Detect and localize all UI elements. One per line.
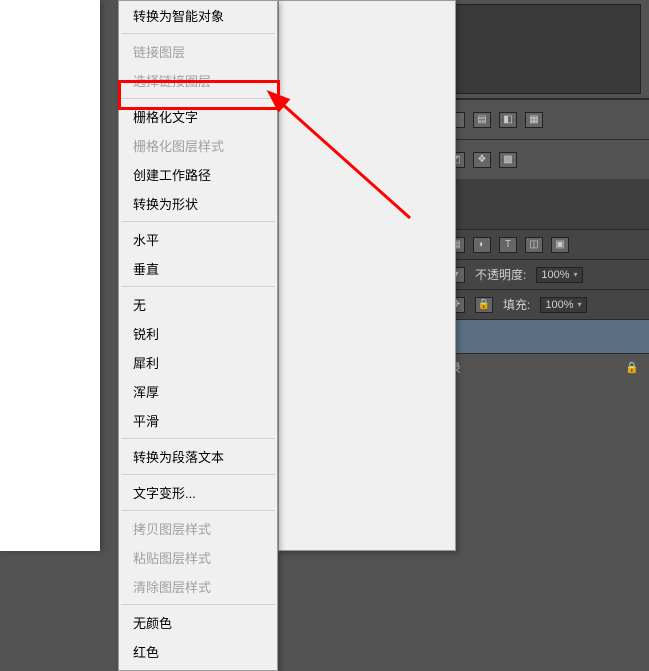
menu-link-layers: 链接图层 <box>119 37 277 66</box>
menu-aa-sharp[interactable]: 锐利 <box>119 319 277 348</box>
menu-vertical[interactable]: 垂直 <box>119 254 277 283</box>
menu-horizontal[interactable]: 水平 <box>119 225 277 254</box>
fill-spinner[interactable]: 100%▾ <box>540 297 586 313</box>
menu-separator <box>121 221 275 222</box>
menu-aa-none[interactable]: 无 <box>119 290 277 319</box>
navigator-thumbnail <box>447 4 641 94</box>
menu-separator <box>121 98 275 99</box>
filter-adjust-icon[interactable]: ◐ <box>473 237 491 253</box>
fill-row: ✥ 🔒 填充: 100%▾ <box>439 289 649 319</box>
adjust-icon[interactable]: ▦ <box>525 112 543 128</box>
menu-rasterize-style: 栅格化图层样式 <box>119 131 277 160</box>
menu-warp-text[interactable]: 文字变形... <box>119 478 277 507</box>
opacity-spinner[interactable]: 100%▾ <box>536 267 582 283</box>
menu-aa-crisp[interactable]: 犀利 <box>119 348 277 377</box>
fill-label: 填充: <box>503 296 530 313</box>
adjust-icon[interactable]: ▤ <box>473 112 491 128</box>
menu-select-linked: 选择链接图层 <box>119 66 277 95</box>
menu-rasterize-text[interactable]: 栅格化文字 <box>119 102 277 131</box>
adjust-icon[interactable]: ▩ <box>499 152 517 168</box>
menu-separator <box>121 438 275 439</box>
menu-separator <box>121 474 275 475</box>
layer-tools-row: ▦ ◐ T ◫ ▣ <box>439 229 649 259</box>
adjustments-row-2: ◩ ❖ ▩ <box>439 139 649 179</box>
menu-create-work-path[interactable]: 创建工作路径 <box>119 160 277 189</box>
menu-separator <box>121 604 275 605</box>
adjust-icon[interactable]: ❖ <box>473 152 491 168</box>
context-menu: 转换为智能对象 链接图层 选择链接图层 栅格化文字 栅格化图层样式 创建工作路径… <box>118 0 278 671</box>
layer-lock-icon: 🔒 <box>625 361 639 374</box>
lock-icon[interactable]: 🔒 <box>475 297 493 313</box>
menu-convert-smart-object[interactable]: 转换为智能对象 <box>119 1 277 30</box>
menu-no-color[interactable]: 无颜色 <box>119 608 277 637</box>
menu-aa-smooth[interactable]: 平滑 <box>119 406 277 435</box>
filter-shape-icon[interactable]: ◫ <box>525 237 543 253</box>
menu-aa-strong[interactable]: 浑厚 <box>119 377 277 406</box>
menu-red[interactable]: 红色 <box>119 637 277 666</box>
panels-area: ◐ ▤ ◧ ▦ ◩ ❖ ▩ ▦ ◐ T ◫ ▣ ▾ 不透明度: 100%▾ ✥ … <box>439 0 649 551</box>
canvas-area <box>0 0 100 551</box>
filter-text-icon[interactable]: T <box>499 237 517 253</box>
adjust-icon[interactable]: ◧ <box>499 112 517 128</box>
filter-smart-icon[interactable]: ▣ <box>551 237 569 253</box>
menu-separator <box>121 286 275 287</box>
opacity-label: 不透明度: <box>475 266 526 283</box>
layer-group-row[interactable]: 录 🔒 <box>439 353 649 381</box>
menu-separator <box>121 510 275 511</box>
menu-clear-style: 清除图层样式 <box>119 572 277 601</box>
selected-layer[interactable] <box>439 319 649 353</box>
opacity-row: ▾ 不透明度: 100%▾ <box>439 259 649 289</box>
menu-convert-to-shape[interactable]: 转换为形状 <box>119 189 277 218</box>
menu-copy-style: 拷贝图层样式 <box>119 514 277 543</box>
adjustments-row-1: ◐ ▤ ◧ ▦ <box>439 99 649 139</box>
menu-paste-style: 粘贴图层样式 <box>119 543 277 572</box>
menu-convert-paragraph[interactable]: 转换为段落文本 <box>119 442 277 471</box>
submenu-panel <box>278 0 456 551</box>
menu-separator <box>121 33 275 34</box>
